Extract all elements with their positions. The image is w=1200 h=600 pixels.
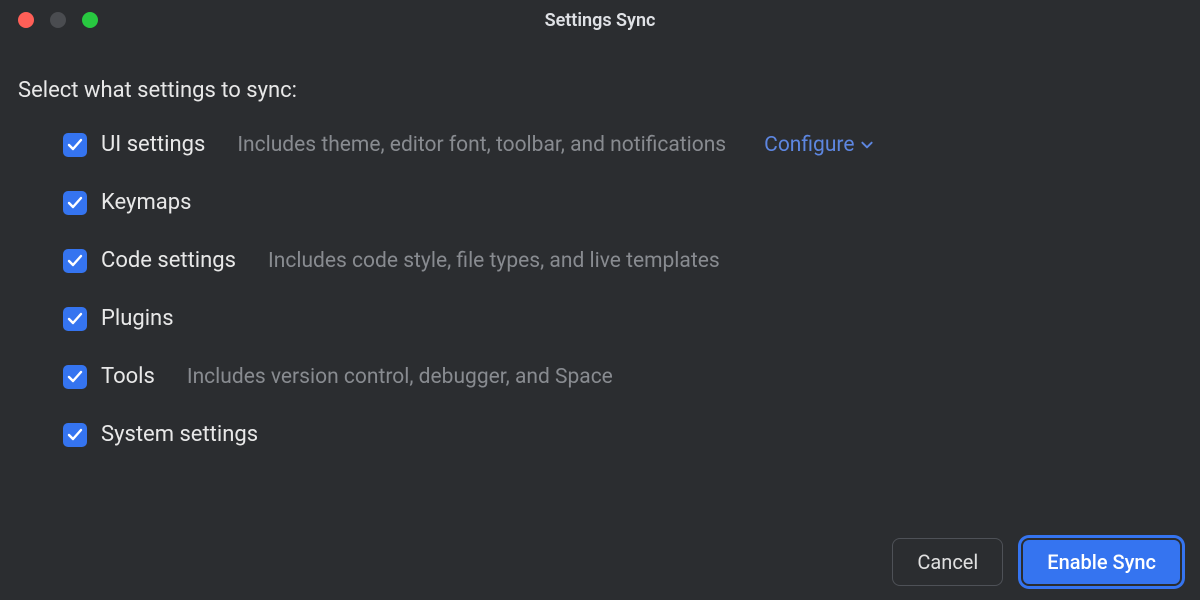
enable-sync-button[interactable]: Enable Sync <box>1021 538 1182 586</box>
configure-label: Configure <box>764 133 854 157</box>
option-code-settings: Code settings Includes code style, file … <box>63 249 1182 273</box>
checkbox-ui-settings[interactable] <box>63 133 87 157</box>
option-label: Plugins <box>101 307 174 331</box>
lead-text: Select what settings to sync: <box>18 78 1182 103</box>
option-ui-settings: UI settings Includes theme, editor font,… <box>63 133 1182 157</box>
option-label: UI settings <box>101 133 205 157</box>
checkbox-code-settings[interactable] <box>63 249 87 273</box>
minimize-icon[interactable] <box>50 12 66 28</box>
option-plugins: Plugins <box>63 307 1182 331</box>
option-label: System settings <box>101 423 258 447</box>
checkbox-keymaps[interactable] <box>63 191 87 215</box>
check-icon <box>67 427 83 443</box>
dialog-footer: Cancel Enable Sync <box>892 538 1182 586</box>
check-icon <box>67 369 83 385</box>
option-keymaps: Keymaps <box>63 191 1182 215</box>
options-list: UI settings Includes theme, editor font,… <box>18 133 1182 447</box>
checkbox-tools[interactable] <box>63 365 87 389</box>
option-tools: Tools Includes version control, debugger… <box>63 365 1182 389</box>
checkbox-system-settings[interactable] <box>63 423 87 447</box>
check-icon <box>67 195 83 211</box>
configure-link[interactable]: Configure <box>764 133 874 157</box>
option-description: Includes version control, debugger, and … <box>187 365 613 389</box>
window-title: Settings Sync <box>545 10 656 31</box>
titlebar: Settings Sync <box>0 0 1200 40</box>
check-icon <box>67 253 83 269</box>
window-controls <box>18 12 98 28</box>
check-icon <box>67 137 83 153</box>
zoom-icon[interactable] <box>82 12 98 28</box>
option-label: Code settings <box>101 249 236 273</box>
option-label: Keymaps <box>101 191 191 215</box>
dialog-content: Select what settings to sync: UI setting… <box>0 40 1200 447</box>
chevron-down-icon <box>860 138 874 152</box>
close-icon[interactable] <box>18 12 34 28</box>
checkbox-plugins[interactable] <box>63 307 87 331</box>
option-label: Tools <box>101 365 155 389</box>
option-description: Includes theme, editor font, toolbar, an… <box>237 133 726 157</box>
check-icon <box>67 311 83 327</box>
cancel-button[interactable]: Cancel <box>892 538 1003 586</box>
option-system-settings: System settings <box>63 423 1182 447</box>
option-description: Includes code style, file types, and liv… <box>268 249 720 273</box>
